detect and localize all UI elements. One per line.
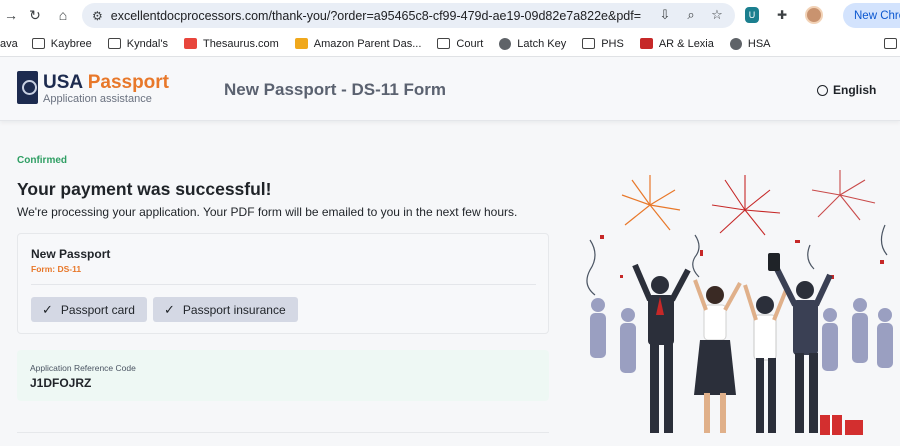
- amazon-favicon: [294, 38, 308, 49]
- extensions-puzzle-icon[interactable]: ✚: [771, 4, 793, 26]
- success-heading: Your payment was successful!: [17, 179, 272, 199]
- reload-icon[interactable]: ↻: [24, 4, 46, 26]
- extension-shield-icon[interactable]: U: [745, 7, 759, 23]
- install-app-icon[interactable]: ⇩: [657, 7, 673, 23]
- forward-arrow-icon[interactable]: →: [0, 4, 22, 26]
- bookmark-court[interactable]: Court: [437, 38, 483, 50]
- celebrating-man-right: [768, 253, 833, 433]
- product-form-label: Form: DS-11: [31, 264, 82, 274]
- folder-icon: [437, 38, 451, 49]
- phone-icon: [768, 253, 780, 271]
- page-title: New Passport - DS-11 Form: [224, 80, 447, 99]
- bookmark-kaybree[interactable]: Kaybree: [31, 37, 92, 50]
- browser-toolbar: → ↻ ⌂ ⚙ excellentdocprocessors.com/thank…: [0, 0, 900, 31]
- address-bar[interactable]: ⚙ excellentdocprocessors.com/thank-you/?…: [82, 3, 735, 28]
- bookmark-label: Amazon Parent Das...: [313, 37, 422, 50]
- folder-icon: [31, 38, 45, 49]
- addon-passport-insurance: ✓ Passport insurance: [153, 297, 298, 322]
- success-message: We're processing your application. Your …: [17, 205, 518, 219]
- bookmarks-bar: ava Kaybree Kyndal's Thesaurus.com Amazo…: [0, 31, 900, 57]
- bookmark-amazon-parent[interactable]: Amazon Parent Das...: [294, 37, 422, 50]
- product-name: New Passport: [31, 247, 111, 261]
- reference-code-label: Application Reference Code: [30, 363, 136, 373]
- language-label: English: [833, 83, 877, 97]
- bookmark-label: AR & Lexia: [658, 37, 714, 50]
- addon-label: Passport card: [60, 302, 135, 317]
- celebration-illustration: [586, 170, 893, 435]
- globe-icon: [499, 37, 512, 50]
- confetti: [600, 235, 884, 279]
- gift-boxes: [820, 415, 863, 435]
- logo-accent-text: Passport: [87, 72, 170, 93]
- celebrating-man: [632, 263, 691, 433]
- arlexia-favicon: [639, 38, 653, 49]
- bookmark-latch-key[interactable]: Latch Key: [499, 37, 567, 50]
- folder-icon: [582, 38, 596, 49]
- logo-subtitle: Application assistance: [43, 93, 152, 105]
- bookmark-kyndals[interactable]: Kyndal's: [107, 37, 168, 50]
- bookmark-thesaurus[interactable]: Thesaurus.com: [183, 37, 279, 50]
- bookmark-label: Thesaurus.com: [202, 37, 279, 50]
- logo-title[interactable]: USA Passport: [43, 72, 169, 94]
- globe-icon: [817, 84, 828, 96]
- bookmark-star-icon[interactable]: ☆: [709, 7, 725, 23]
- reference-code-value[interactable]: J1DFOJRZ: [30, 376, 91, 390]
- site-info-icon[interactable]: ⚙: [92, 9, 103, 23]
- reference-code-card: Application Reference Code J1DFOJRZ: [17, 350, 549, 401]
- celebrating-man-center: [743, 284, 788, 433]
- background-crowd: [590, 298, 893, 373]
- bookmark-label: HSA: [747, 37, 771, 50]
- site-header: USA Passport Application assistance New …: [0, 57, 900, 121]
- celebrating-woman: [693, 279, 742, 433]
- globe-icon: [729, 37, 742, 50]
- zoom-icon[interactable]: ⌕: [683, 7, 699, 23]
- url-text[interactable]: excellentdocprocessors.com/thank-you/?or…: [111, 9, 641, 23]
- folder-icon[interactable]: [884, 38, 897, 49]
- divider: [31, 284, 536, 285]
- firework-burst: [811, 170, 876, 221]
- bookmark-label: Latch Key: [517, 37, 567, 50]
- next-section-card: [17, 432, 549, 446]
- home-icon[interactable]: ⌂: [52, 4, 74, 26]
- thesaurus-favicon: [183, 38, 197, 49]
- bookmark-label: Court: [456, 37, 484, 50]
- firework-burst: [621, 175, 681, 231]
- folder-icon: [107, 38, 121, 49]
- check-icon: ✓: [42, 301, 53, 317]
- language-selector[interactable]: English: [817, 83, 876, 97]
- bookmark-label: Kaybree: [50, 37, 92, 50]
- new-chrome-button[interactable]: New Chron: [843, 3, 900, 28]
- check-icon: ✓: [164, 301, 175, 317]
- logo-main-text: USA: [43, 72, 88, 93]
- profile-avatar[interactable]: [805, 6, 823, 24]
- bookmark-phs[interactable]: PHS: [582, 38, 624, 50]
- passport-logo-icon[interactable]: [17, 71, 38, 104]
- bookmark-ar-lexia[interactable]: AR & Lexia: [639, 37, 714, 50]
- bookmark-label: PHS: [601, 37, 624, 50]
- bookmark-hsa[interactable]: HSA: [729, 37, 771, 50]
- bookmark-ava[interactable]: ava: [0, 38, 18, 50]
- order-summary-card: New Passport Form: DS-11 ✓ Passport card…: [17, 233, 549, 334]
- addon-passport-card: ✓ Passport card: [31, 297, 147, 322]
- bookmark-label: ava: [0, 37, 18, 50]
- addon-label: Passport insurance: [182, 302, 286, 317]
- status-badge: Confirmed: [17, 155, 67, 166]
- firework-burst: [711, 175, 781, 236]
- bookmark-label: Kyndal's: [126, 37, 168, 50]
